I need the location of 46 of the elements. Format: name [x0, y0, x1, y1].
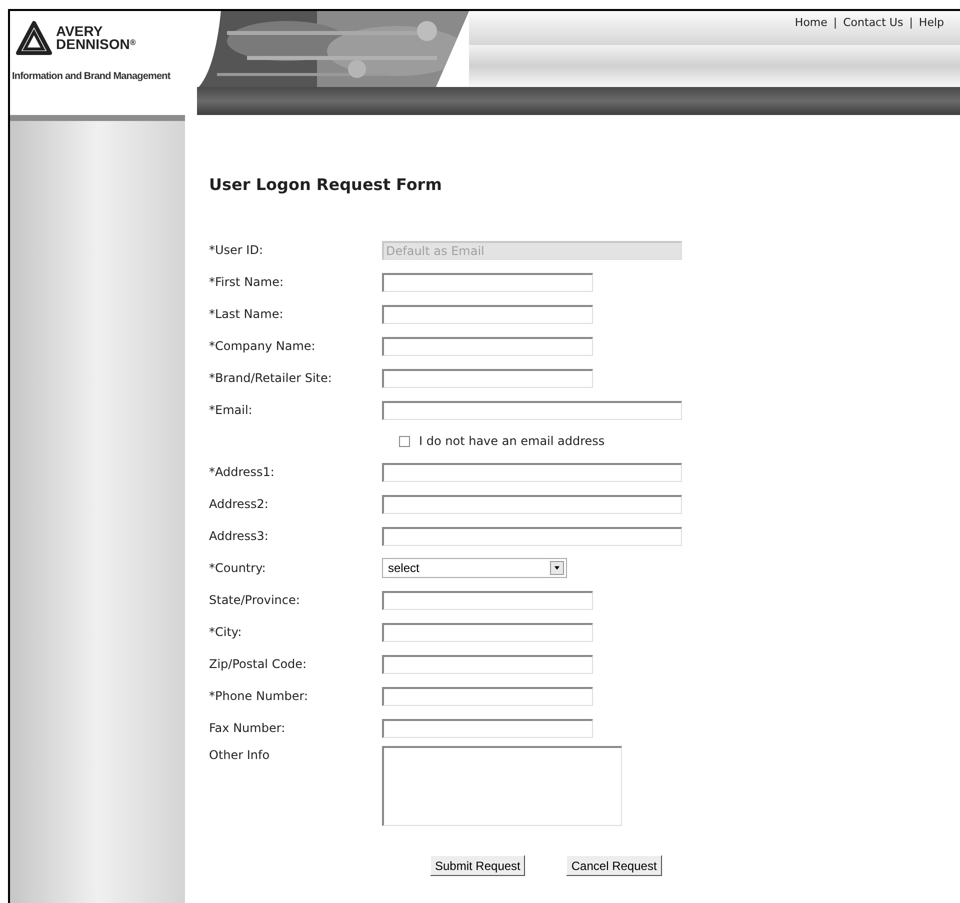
form-button[interactable]: Submit Request — [430, 855, 526, 876]
link-separator: | — [833, 15, 838, 31]
field-label: Address2: — [209, 496, 270, 513]
text-field[interactable] — [382, 272, 593, 292]
nav-link[interactable]: Help — [918, 15, 944, 32]
field-label: Zip/Postal Code: — [209, 656, 308, 673]
field-label: Other Info — [209, 747, 271, 764]
field-label: Address3: — [209, 528, 270, 545]
nav-link[interactable]: Home — [794, 15, 828, 32]
field-label: *Email: — [209, 402, 254, 419]
text-field[interactable] — [382, 368, 593, 388]
tagline: Information and Brand Management — [11, 70, 172, 84]
text-field[interactable] — [382, 526, 682, 546]
nav-link[interactable]: Contact Us — [843, 15, 904, 32]
logo-icon — [16, 21, 52, 55]
form-button[interactable]: Cancel Request — [566, 855, 662, 876]
field-label: *Address1: — [209, 464, 276, 481]
country-dropdown[interactable]: select — [382, 558, 567, 578]
logo-text: DENNISON$^{®}$ — [56, 38, 136, 51]
field-label: *First Name: — [209, 274, 285, 291]
text-field[interactable] — [382, 400, 682, 420]
caret-icon — [550, 561, 564, 575]
field-label: *Last Name: — [209, 306, 284, 323]
text-field[interactable] — [382, 590, 593, 610]
text-field[interactable] — [382, 304, 593, 324]
text-field[interactable] — [382, 336, 593, 356]
link-separator: | — [909, 15, 913, 31]
text-field[interactable] — [382, 622, 593, 642]
field-label: *City: — [209, 624, 243, 641]
text-field[interactable] — [382, 686, 593, 706]
text-field[interactable] — [382, 462, 682, 482]
field-label: *User ID: — [209, 242, 264, 259]
text-field[interactable] — [382, 494, 682, 514]
logo-text: AVERY — [56, 25, 104, 38]
text-area[interactable] — [382, 746, 622, 826]
field-label: *Company Name: — [209, 338, 316, 355]
field-label: *Brand/Retailer Site: — [209, 370, 333, 387]
text-field[interactable] — [382, 654, 593, 674]
field-label: Fax Number: — [209, 720, 286, 737]
field-label: *Country: — [209, 560, 267, 577]
field-label: State/Province: — [209, 592, 301, 609]
checkbox-label: I do not have an email address — [419, 433, 605, 450]
form-title: User Logon Request Form — [209, 174, 443, 196]
field-label: *Phone Number: — [209, 688, 310, 705]
checkbox[interactable] — [399, 436, 410, 446]
text-field[interactable] — [382, 718, 593, 738]
